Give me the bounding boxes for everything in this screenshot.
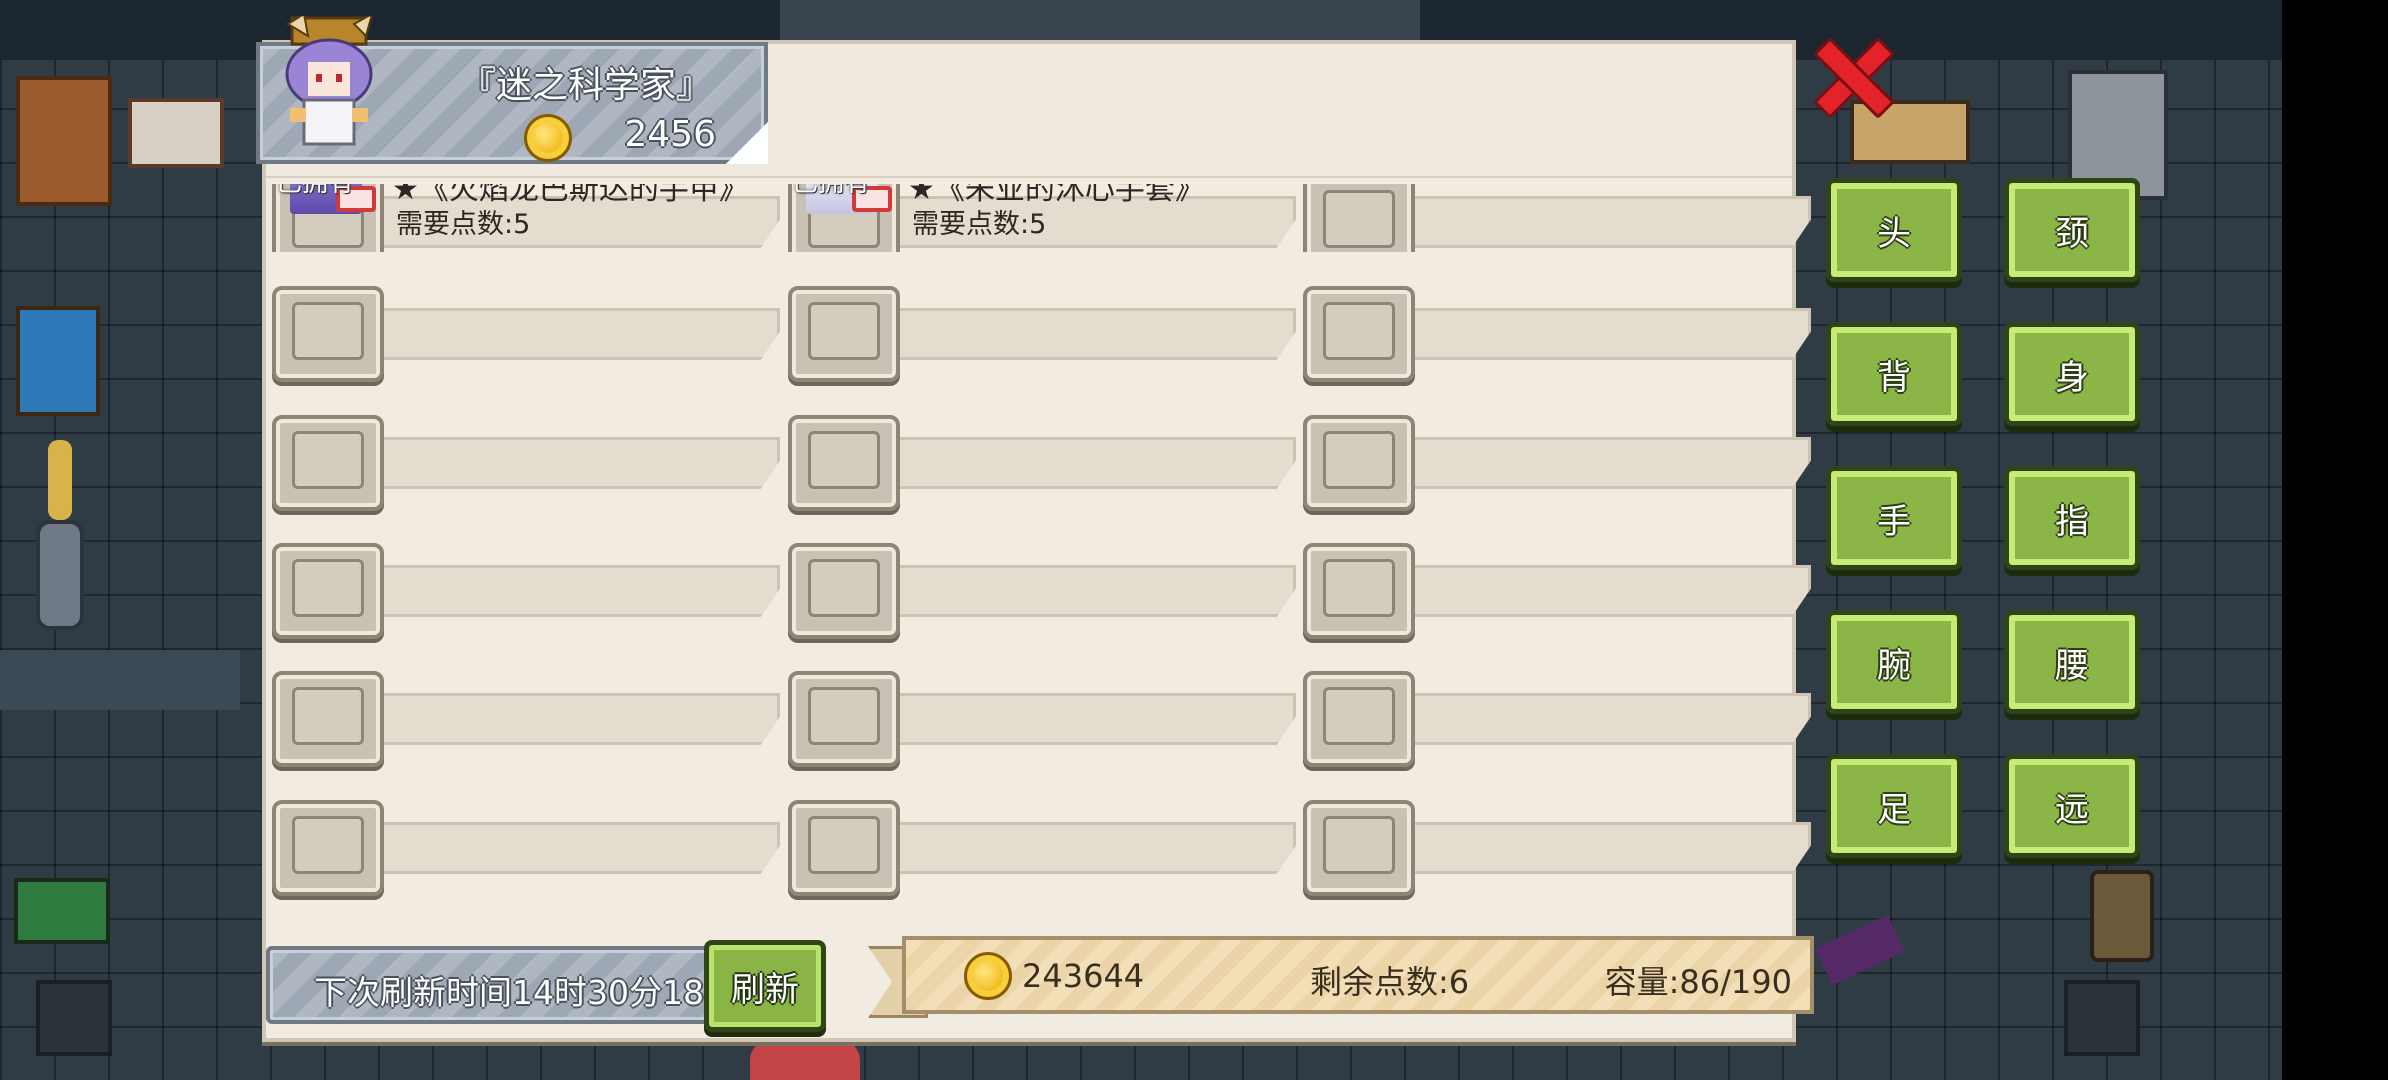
vase-icon bbox=[36, 520, 84, 630]
category-button[interactable]: 足 bbox=[1826, 754, 1962, 858]
category-button[interactable]: 身 bbox=[2004, 322, 2140, 426]
item-cost: 需要点数:5 bbox=[912, 209, 1047, 240]
item-frame bbox=[1303, 415, 1415, 511]
floor-grate-icon bbox=[2064, 980, 2140, 1056]
item-frame bbox=[272, 286, 384, 382]
item-frame bbox=[272, 543, 384, 639]
close-icon[interactable] bbox=[1812, 36, 1888, 112]
item-frame-inner bbox=[292, 687, 364, 745]
category-button[interactable]: 腰 bbox=[2004, 610, 2140, 714]
item-frame bbox=[272, 800, 384, 896]
category-button[interactable]: 颈 bbox=[2004, 178, 2140, 282]
flower-icon bbox=[48, 440, 72, 520]
item-cost: 需要点数:5 bbox=[396, 209, 531, 240]
item-frame-inner bbox=[1323, 190, 1395, 248]
capacity: 容量:86/190 bbox=[1604, 963, 1792, 1001]
item-frame bbox=[788, 543, 900, 639]
item-frame bbox=[788, 800, 900, 896]
circuit-board-icon bbox=[14, 878, 110, 944]
item-frame-inner bbox=[292, 816, 364, 874]
door-icon bbox=[780, 0, 1420, 40]
item-slot[interactable] bbox=[266, 667, 780, 767]
item-frame-inner bbox=[808, 431, 880, 489]
item-frame bbox=[788, 415, 900, 511]
category-button[interactable]: 远 bbox=[2004, 754, 2140, 858]
item-slot[interactable] bbox=[782, 539, 1296, 639]
item-slot[interactable] bbox=[782, 667, 1296, 767]
item-slot[interactable] bbox=[266, 411, 780, 511]
coin-icon bbox=[524, 114, 572, 162]
sword-icon bbox=[1815, 914, 1905, 986]
gold-amount: 243644 bbox=[1022, 957, 1145, 995]
item-slot[interactable] bbox=[1297, 667, 1811, 767]
item-frame-inner bbox=[1323, 302, 1395, 360]
status-ribbon: 243644 剩余点数:6 容量:86/190 bbox=[868, 936, 1814, 1018]
item-frame-inner bbox=[292, 431, 364, 489]
item-frame bbox=[1303, 800, 1415, 896]
status-ribbon-body: 243644 剩余点数:6 容量:86/190 bbox=[902, 936, 1814, 1014]
character-icon bbox=[750, 1040, 860, 1080]
refresh-button[interactable]: 刷新 bbox=[704, 940, 826, 1032]
item-frame bbox=[1303, 671, 1415, 767]
item-frame bbox=[1303, 286, 1415, 382]
item-slot[interactable] bbox=[266, 282, 780, 382]
item-slot[interactable] bbox=[1297, 411, 1811, 511]
remaining-points: 剩余点数:6 bbox=[1310, 963, 1470, 1001]
item-frame bbox=[1303, 543, 1415, 639]
item-frame-inner bbox=[1323, 559, 1395, 617]
item-slot[interactable] bbox=[266, 539, 780, 639]
floor-grate-icon bbox=[36, 980, 112, 1056]
item-frame-inner bbox=[1323, 816, 1395, 874]
shop-price: 2456 bbox=[624, 114, 716, 155]
item-frame bbox=[272, 671, 384, 767]
item-slot[interactable] bbox=[782, 411, 1296, 511]
chair-icon bbox=[16, 306, 100, 416]
item-frame-inner bbox=[292, 559, 364, 617]
scientist-avatar bbox=[274, 11, 384, 156]
item-slot[interactable] bbox=[1297, 282, 1811, 382]
shop-header-card: 『迷之科学家』 2456 bbox=[256, 11, 768, 164]
item-slot[interactable] bbox=[782, 796, 1296, 896]
lantern-icon bbox=[2090, 870, 2154, 962]
scene-counter bbox=[0, 650, 240, 710]
item-slot[interactable] bbox=[1297, 796, 1811, 896]
item-frame-inner bbox=[292, 302, 364, 360]
category-button[interactable]: 背 bbox=[1826, 322, 1962, 426]
corner-fold bbox=[726, 122, 768, 164]
cash-register-icon bbox=[128, 98, 224, 168]
item-slot[interactable] bbox=[782, 282, 1296, 382]
item-frame bbox=[272, 415, 384, 511]
category-button[interactable]: 指 bbox=[2004, 466, 2140, 570]
item-slot[interactable] bbox=[266, 796, 780, 896]
item-frame-inner bbox=[808, 302, 880, 360]
item-frame-inner bbox=[808, 816, 880, 874]
item-frame-inner bbox=[808, 559, 880, 617]
refresh-timer-bar: 下次刷新时间14时30分18 bbox=[266, 946, 736, 1024]
item-slot[interactable] bbox=[1297, 539, 1811, 639]
category-button[interactable]: 头 bbox=[1826, 178, 1962, 282]
refresh-timer-text: 下次刷新时间14时30分18 bbox=[314, 973, 704, 1012]
item-frame-inner bbox=[808, 687, 880, 745]
item-frame-inner bbox=[1323, 687, 1395, 745]
item-frame bbox=[788, 286, 900, 382]
item-frame-inner bbox=[1323, 431, 1395, 489]
category-button[interactable]: 手 bbox=[1826, 466, 1962, 570]
coin-icon bbox=[964, 952, 1012, 1000]
cabinet-icon bbox=[16, 76, 112, 206]
category-button[interactable]: 腕 bbox=[1826, 610, 1962, 714]
item-frame bbox=[788, 671, 900, 767]
shop-title: 『迷之科学家』 bbox=[460, 65, 713, 106]
